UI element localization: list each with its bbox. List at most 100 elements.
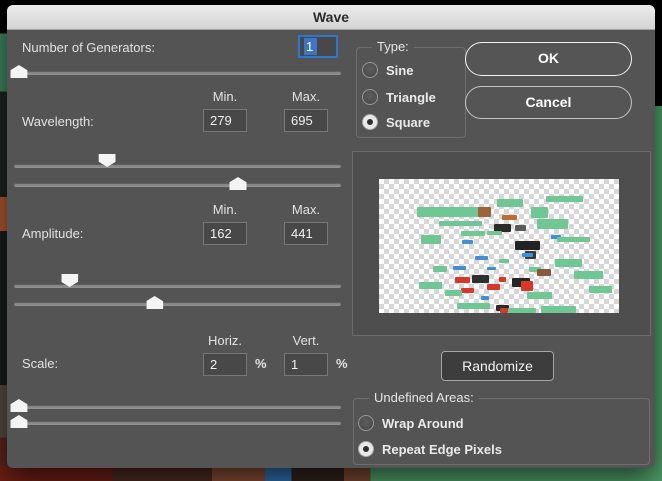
radio-row-square[interactable]: Square (362, 114, 430, 130)
preview-bar (472, 275, 489, 283)
generators-input[interactable]: 1 (298, 35, 338, 58)
dialog-content: Number of Generators: 1 Min. Max. Wavele… (7, 30, 655, 468)
scale-horiz-slider[interactable] (14, 399, 341, 415)
wavelength-max-slider[interactable] (14, 177, 341, 193)
undefined-areas-label: Undefined Areas: (369, 390, 479, 406)
wavelength-max-slider-thumb[interactable] (229, 177, 246, 190)
preview-bar (433, 266, 447, 272)
preview-bar (500, 308, 508, 313)
randomize-button[interactable]: Randomize (441, 351, 554, 381)
radio-row-repeat-edge-pixels[interactable]: Repeat Edge Pixels (358, 441, 502, 457)
generators-label: Number of Generators: (22, 40, 155, 56)
radio-row-wrap-around[interactable]: Wrap Around (358, 415, 464, 431)
preview-bar (487, 284, 500, 290)
preview-bar (515, 241, 540, 250)
scale-vert-slider-track (14, 421, 341, 425)
preview-bar (439, 221, 482, 226)
scale-horiz-header: Horiz. (203, 333, 247, 349)
generators-input-value: 1 (304, 38, 317, 55)
preview-bar (487, 267, 496, 270)
preview-bar (589, 286, 612, 293)
preview-image (379, 179, 619, 313)
ok-button[interactable]: OK (465, 42, 632, 76)
preview-bar (461, 288, 474, 293)
triangle-radio[interactable] (362, 89, 378, 105)
amplitude-label: Amplitude: (22, 226, 83, 242)
preview-bar (445, 290, 462, 296)
dialog-title: Wave (313, 9, 349, 25)
wavelength-max-value: 695 (291, 113, 313, 128)
preview-bar (546, 196, 583, 202)
preview-bar (502, 215, 517, 220)
preview-bar (475, 256, 488, 260)
type-group-label: Type: (372, 39, 414, 55)
amplitude-min-slider-track (14, 284, 341, 288)
preview-bar (462, 240, 473, 244)
preview-bar (515, 225, 526, 231)
generators-slider-track (14, 71, 341, 75)
preview-bar (541, 306, 576, 313)
sine-radio[interactable] (362, 62, 378, 78)
preview-bar (417, 207, 484, 217)
scale-vert-value: 1 (291, 357, 298, 372)
radio-row-sine[interactable]: Sine (362, 62, 413, 78)
wavelength-min-slider[interactable] (14, 158, 341, 174)
amplitude-min-value: 162 (210, 226, 232, 241)
generators-slider-thumb[interactable] (10, 65, 27, 78)
scale-horiz-input[interactable]: 2 (203, 353, 247, 376)
wavelength-max-input[interactable]: 695 (284, 109, 328, 132)
scale-horiz-unit: % (255, 356, 267, 372)
scale-horiz-slider-track (14, 405, 341, 409)
repeat-edge-pixels-radio-label: Repeat Edge Pixels (382, 442, 502, 457)
preview-bar (453, 266, 466, 270)
scale-horiz-value: 2 (210, 357, 217, 372)
preview-bar (457, 303, 490, 309)
wavelength-min-slider-track (14, 164, 341, 168)
amplitude-max-slider[interactable] (14, 296, 341, 312)
cancel-button[interactable]: Cancel (465, 86, 632, 119)
scale-vert-unit: % (336, 356, 348, 372)
preview-bar (481, 296, 489, 300)
preview-bar (521, 281, 533, 291)
preview-bar (487, 231, 502, 235)
preview-bar (499, 277, 506, 282)
wavelength-min-input[interactable]: 279 (203, 109, 247, 132)
radio-row-triangle[interactable]: Triangle (362, 89, 436, 105)
wrap-around-radio[interactable] (358, 415, 374, 431)
preview-bar (555, 259, 582, 267)
preview-bar (461, 231, 485, 236)
generators-slider[interactable] (14, 65, 341, 81)
square-radio[interactable] (362, 114, 378, 130)
amplitude-min-slider[interactable] (14, 278, 341, 294)
amplitude-min-input[interactable]: 162 (203, 222, 247, 245)
wavelength-max-header: Max. (284, 89, 328, 105)
preview-bar (508, 308, 536, 313)
scale-vert-slider-thumb[interactable] (10, 415, 27, 428)
preview-bar (574, 271, 603, 279)
amplitude-max-input[interactable]: 441 (284, 222, 328, 245)
amplitude-max-slider-track (14, 302, 341, 306)
preview-bar (421, 235, 441, 244)
preview-panel (352, 151, 651, 336)
preview-bar (557, 237, 590, 242)
amplitude-max-slider-thumb[interactable] (146, 296, 163, 309)
preview-bar (537, 219, 568, 229)
background-photo-bottom-edge (0, 466, 662, 481)
square-radio-label: Square (386, 115, 430, 130)
scale-vert-header: Vert. (284, 333, 328, 349)
scale-vert-slider[interactable] (14, 415, 341, 431)
repeat-edge-pixels-radio[interactable] (358, 441, 374, 457)
preview-bar (419, 282, 442, 289)
preview-bar (522, 253, 533, 257)
sine-radio-label: Sine (386, 63, 413, 78)
scale-horiz-slider-thumb[interactable] (10, 399, 27, 412)
wavelength-label: Wavelength: (22, 114, 94, 130)
dialog-titlebar[interactable]: Wave (7, 5, 655, 30)
wave-dialog: Wave Number of Generators: 1 Min. Max. W… (7, 5, 655, 468)
preview-bar (478, 207, 491, 217)
wavelength-min-value: 279 (210, 113, 232, 128)
preview-bar (531, 207, 548, 218)
preview-bar (455, 277, 470, 283)
scale-vert-input[interactable]: 1 (284, 353, 328, 376)
preview-bar (499, 259, 509, 263)
